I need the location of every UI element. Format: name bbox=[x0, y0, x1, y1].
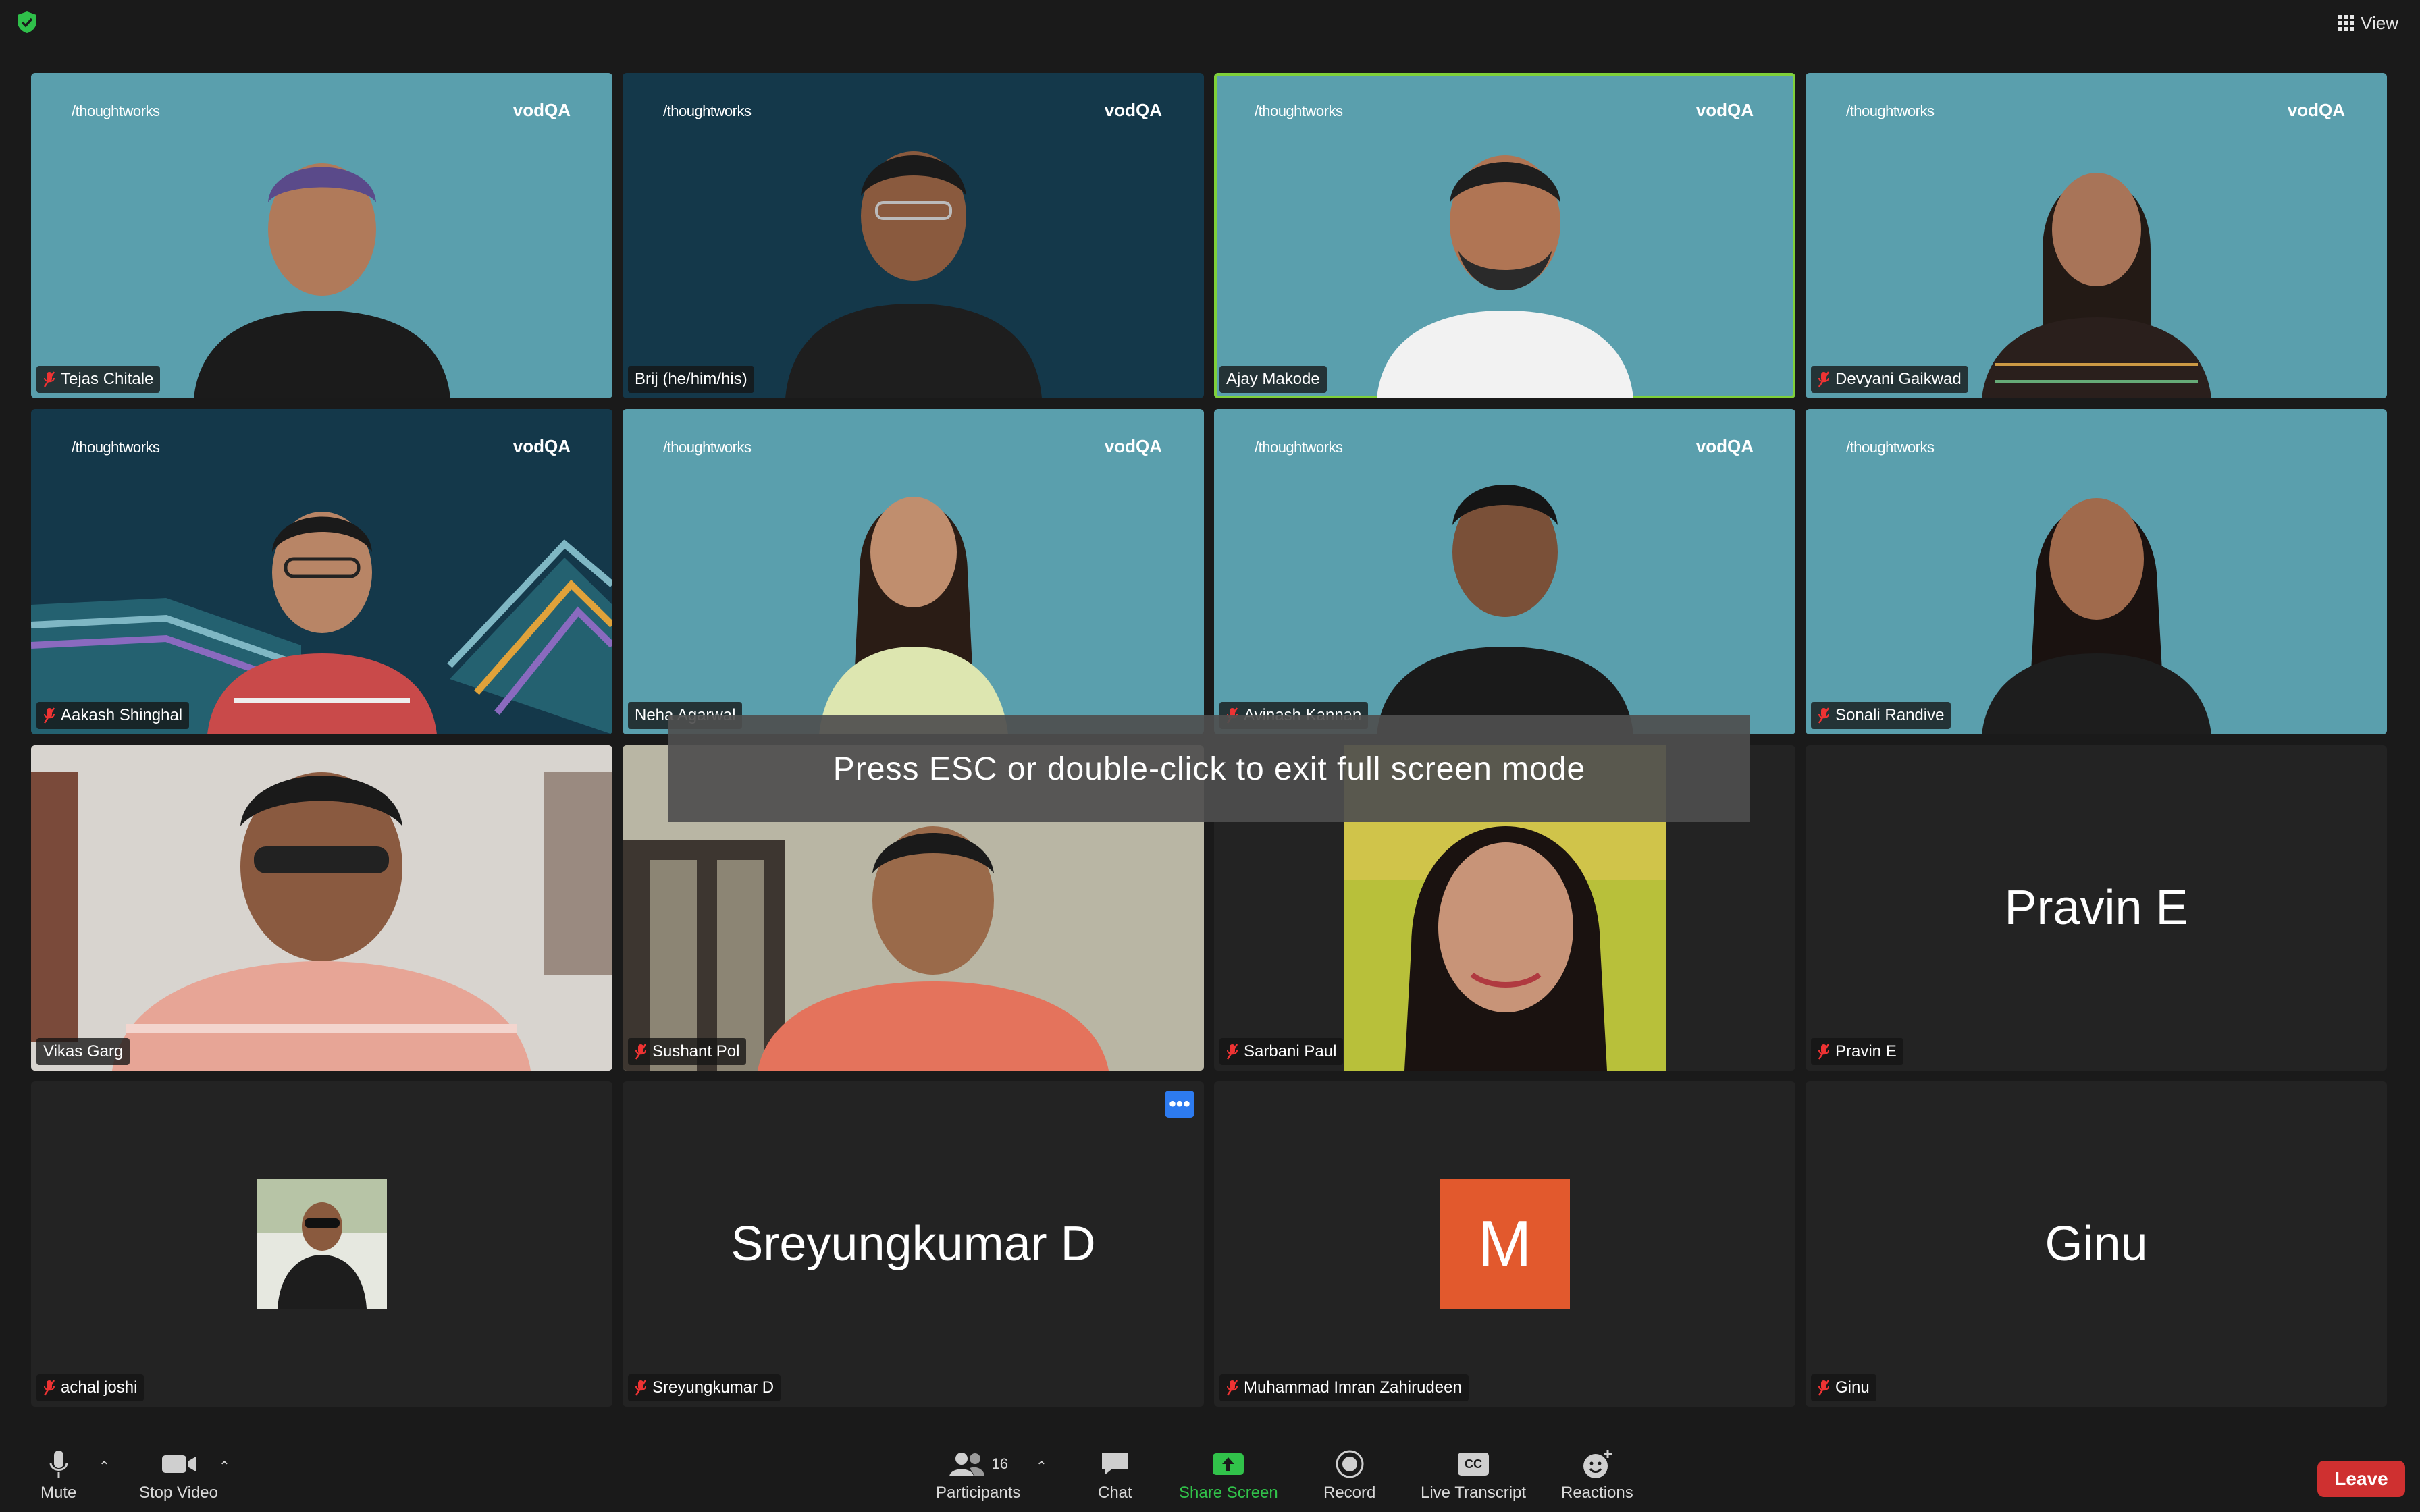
zoom-meeting-window: View /thoughtworks vodQA Tejas Chitale /… bbox=[0, 0, 2420, 1512]
participant-name-tag: Sreyungkumar D bbox=[628, 1374, 781, 1401]
emoji-reaction-icon bbox=[1583, 1450, 1612, 1478]
mute-button[interactable]: Mute bbox=[41, 1444, 76, 1503]
participant-video bbox=[207, 512, 437, 734]
meeting-controls-toolbar: Mute ⌃ Stop Video ⌃ 16 Participants ⌃ Ch… bbox=[0, 1440, 2420, 1512]
participant-name-tag: Ginu bbox=[1811, 1374, 1876, 1401]
participant-count-badge: 16 bbox=[991, 1455, 1008, 1472]
mic-muted-icon bbox=[1226, 1044, 1238, 1060]
video-tile-devyani[interactable]: /thoughtworks vodQA Devyani Gaikwad bbox=[1806, 73, 2387, 398]
participant-name-tag: Brij (he/him/his) bbox=[628, 366, 754, 393]
participant-video bbox=[31, 745, 612, 1071]
thoughtworks-logo: /thoughtworks bbox=[1846, 103, 1935, 119]
thoughtworks-logo: /thoughtworks bbox=[663, 439, 752, 456]
share-screen-button[interactable]: Share Screen bbox=[1179, 1444, 1278, 1503]
participant-video bbox=[1981, 173, 2211, 398]
video-tile-tejas[interactable]: /thoughtworks vodQA Tejas Chitale bbox=[31, 73, 612, 398]
participant-name-tag: Sarbani Paul bbox=[1219, 1038, 1344, 1065]
participant-display-name: Ginu bbox=[2045, 1217, 2148, 1271]
vodqa-logo: vodQA bbox=[2287, 100, 2345, 120]
participant-name-tag: Pravin E bbox=[1811, 1038, 1903, 1065]
closed-caption-icon: CC bbox=[1458, 1453, 1490, 1476]
video-tile-pravin[interactable]: Pravin E Pravin E bbox=[1806, 745, 2387, 1071]
reactions-button[interactable]: Reactions bbox=[1561, 1444, 1633, 1503]
chat-button[interactable]: Chat bbox=[1098, 1444, 1132, 1503]
video-tile-aakash[interactable]: /thoughtworks vodQA Aakash Shinghal bbox=[31, 409, 612, 734]
chat-bubble-icon bbox=[1102, 1453, 1128, 1475]
record-icon bbox=[1336, 1450, 1364, 1478]
participant-name-tag: Muhammad Imran Zahirudeen bbox=[1219, 1374, 1469, 1401]
participant-video bbox=[1376, 485, 1633, 734]
microphone-icon bbox=[49, 1451, 68, 1478]
participant-name-tag: Sonali Randive bbox=[1811, 702, 1951, 729]
participant-name-tag: achal joshi bbox=[36, 1374, 144, 1401]
vodqa-logo: vodQA bbox=[1104, 436, 1162, 456]
mic-muted-icon bbox=[1226, 1380, 1238, 1396]
video-tile-sonali[interactable]: /thoughtworks Sonali Randive bbox=[1806, 409, 2387, 734]
vodqa-logo: vodQA bbox=[1104, 100, 1162, 120]
thoughtworks-logo: /thoughtworks bbox=[663, 103, 752, 119]
video-tile-muhammad[interactable]: M Muhammad Imran Zahirudeen bbox=[1214, 1081, 1795, 1407]
grid-view-icon bbox=[2338, 15, 2355, 31]
vodqa-logo: vodQA bbox=[1695, 100, 1754, 120]
participants-icon bbox=[949, 1453, 985, 1476]
participants-options-chevron-icon[interactable]: ⌃ bbox=[1036, 1458, 1047, 1475]
more-options-button[interactable]: ••• bbox=[1165, 1091, 1194, 1118]
security-shield-icon[interactable] bbox=[16, 11, 38, 34]
video-tile-vikas[interactable]: Vikas Garg bbox=[31, 745, 612, 1071]
mic-muted-icon bbox=[43, 707, 55, 724]
view-button[interactable]: View bbox=[2338, 9, 2398, 36]
share-screen-icon bbox=[1213, 1453, 1244, 1475]
live-transcript-button[interactable]: CC Live Transcript bbox=[1421, 1444, 1526, 1503]
vodqa-logo: vodQA bbox=[1695, 436, 1754, 456]
mic-muted-icon bbox=[43, 1380, 55, 1396]
thoughtworks-logo: /thoughtworks bbox=[72, 103, 160, 119]
participant-display-name: Pravin E bbox=[2004, 881, 2188, 935]
thoughtworks-logo: /thoughtworks bbox=[1255, 439, 1343, 456]
participant-name-tag: Tejas Chitale bbox=[36, 366, 161, 393]
video-tile-neha[interactable]: /thoughtworks vodQA Neha Agarwal bbox=[623, 409, 1204, 734]
participant-video bbox=[818, 497, 1008, 734]
thoughtworks-logo: /thoughtworks bbox=[1846, 439, 1935, 456]
participant-video bbox=[1981, 498, 2211, 734]
audio-options-chevron-icon[interactable]: ⌃ bbox=[99, 1458, 110, 1475]
stop-video-button[interactable]: Stop Video bbox=[139, 1444, 218, 1503]
participant-name-tag: Ajay Makode bbox=[1219, 366, 1327, 393]
mic-muted-icon bbox=[1818, 707, 1830, 724]
video-options-chevron-icon[interactable]: ⌃ bbox=[219, 1458, 230, 1475]
leave-meeting-button[interactable]: Leave bbox=[2317, 1461, 2405, 1497]
participant-name-tag: Vikas Garg bbox=[36, 1038, 130, 1065]
vodqa-logo: vodQA bbox=[512, 100, 571, 120]
video-camera-icon bbox=[161, 1455, 196, 1473]
mic-muted-icon bbox=[635, 1380, 647, 1396]
participant-video bbox=[193, 163, 450, 398]
participant-video bbox=[1376, 155, 1633, 398]
participant-avatar bbox=[257, 1179, 387, 1309]
participant-display-name: Sreyungkumar D bbox=[731, 1217, 1096, 1271]
mic-muted-icon bbox=[1818, 1044, 1830, 1060]
mic-muted-icon bbox=[1818, 371, 1830, 387]
participant-name-tag: Devyani Gaikwad bbox=[1811, 366, 1968, 393]
fullscreen-exit-toast: Press ESC or double-click to exit full s… bbox=[668, 716, 1750, 822]
participant-name-tag: Sushant Pol bbox=[628, 1038, 747, 1065]
video-tile-ginu[interactable]: Ginu Ginu bbox=[1806, 1081, 2387, 1407]
participant-name-tag: Aakash Shinghal bbox=[36, 702, 190, 729]
mic-muted-icon bbox=[43, 371, 55, 387]
video-tile-ajay-active-speaker[interactable]: /thoughtworks vodQA Ajay Makode bbox=[1214, 73, 1795, 398]
view-label: View bbox=[2361, 12, 2398, 33]
video-tile-avinash[interactable]: /thoughtworks vodQA Avinash Kannan bbox=[1214, 409, 1795, 734]
video-tile-brij[interactable]: /thoughtworks vodQA Brij (he/him/his) bbox=[623, 73, 1204, 398]
mic-muted-icon bbox=[1818, 1380, 1830, 1396]
video-tile-sreyungkumar[interactable]: ••• Sreyungkumar D Sreyungkumar D bbox=[623, 1081, 1204, 1407]
mic-muted-icon bbox=[635, 1044, 647, 1060]
participant-initial-avatar: M bbox=[1440, 1179, 1570, 1309]
record-button[interactable]: Record bbox=[1323, 1444, 1375, 1503]
participant-video bbox=[785, 151, 1042, 398]
video-tile-achal[interactable]: achal joshi bbox=[31, 1081, 612, 1407]
participants-button[interactable]: 16 Participants bbox=[936, 1444, 1020, 1503]
thoughtworks-logo: /thoughtworks bbox=[1255, 103, 1343, 119]
